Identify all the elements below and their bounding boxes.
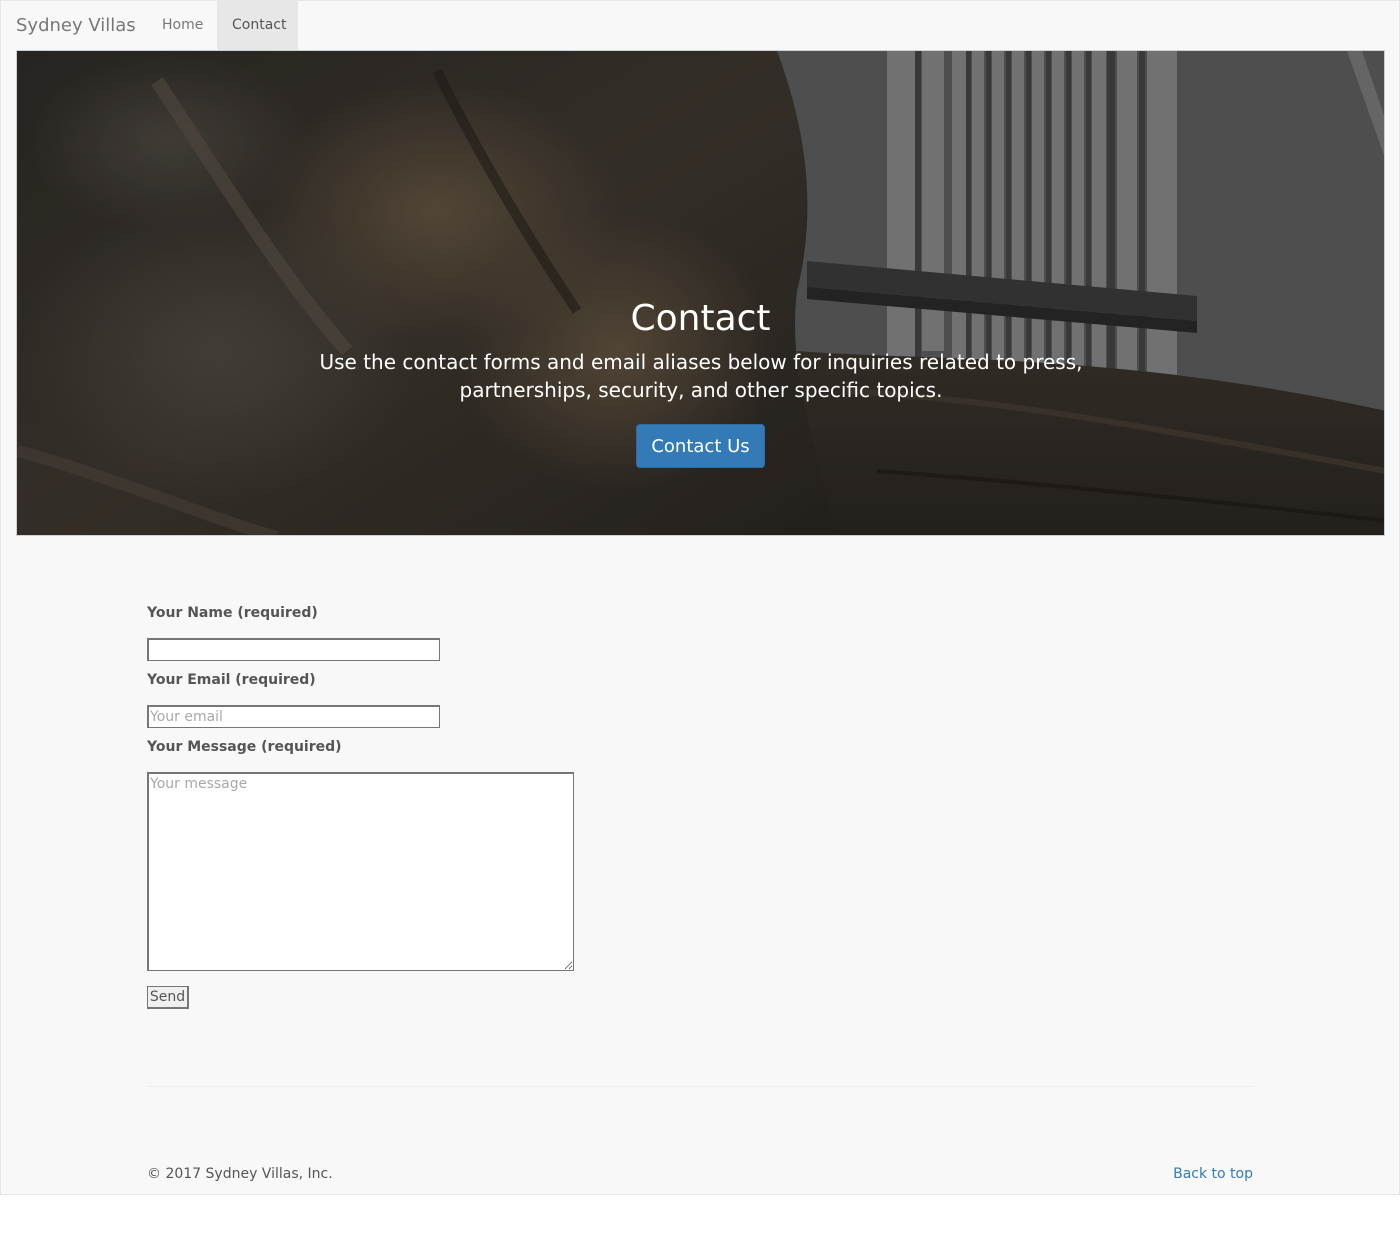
hero-banner: Contact Use the contact forms and email … — [16, 50, 1385, 536]
page: Sydney Villas Home Contact Contact Use t… — [0, 0, 1400, 1195]
footer-divider — [147, 1086, 1254, 1087]
copyright-text: © 2017 Sydney Villas, Inc. — [147, 1166, 333, 1182]
email-input[interactable] — [147, 705, 440, 728]
brand-link[interactable]: Sydney Villas — [16, 1, 136, 50]
navbar: Sydney Villas Home Contact — [1, 1, 1399, 50]
hero-description: Use the contact forms and email aliases … — [319, 350, 1083, 402]
nav-item-home[interactable]: Home — [147, 1, 217, 50]
name-label: Your Name (required) — [147, 605, 318, 621]
name-input[interactable] — [147, 638, 440, 661]
hero-title: Contact — [630, 298, 771, 339]
message-label: Your Message (required) — [147, 739, 342, 755]
message-textarea[interactable] — [147, 772, 574, 971]
send-button[interactable]: Send — [147, 986, 189, 1009]
back-to-top-link[interactable]: Back to top — [1173, 1166, 1253, 1182]
nav-item-contact[interactable]: Contact — [217, 1, 298, 50]
email-label: Your Email (required) — [147, 672, 316, 688]
contact-us-button[interactable]: Contact Us — [636, 424, 765, 468]
